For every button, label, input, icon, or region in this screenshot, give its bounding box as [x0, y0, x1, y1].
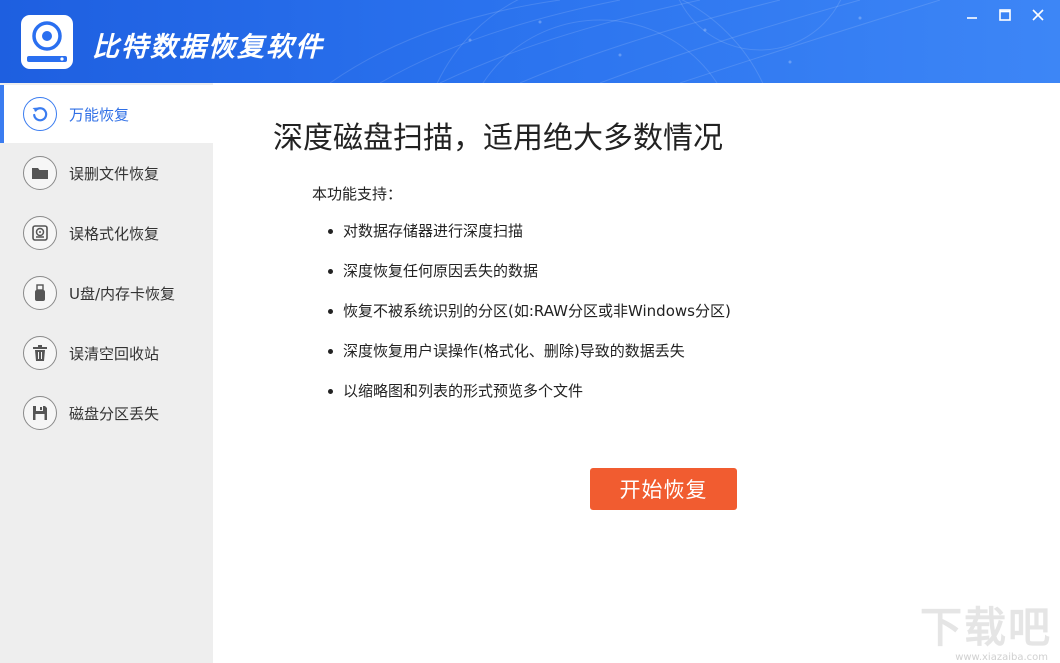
feature-list: 对数据存储器进行深度扫描 深度恢复任何原因丢失的数据 恢复不被系统识别的分区(如… — [325, 221, 731, 421]
title-bar[interactable]: 比特数据恢复软件 — [0, 0, 1060, 83]
app-window: 比特数据恢复软件 万能恢复 误删文件恢复 误格式化恢复 U盘/内存卡恢复 误清空… — [0, 0, 1060, 663]
sidebar-item-deleted-file-recovery[interactable]: 误删文件恢复 — [0, 143, 213, 203]
trash-icon — [23, 336, 57, 370]
sidebar-item-usb-card-recovery[interactable]: U盘/内存卡恢复 — [0, 263, 213, 323]
sidebar-item-recycle-bin-recovery[interactable]: 误清空回收站 — [0, 323, 213, 383]
watermark-url: www.xiazaiba.com — [955, 652, 1048, 663]
disk-icon — [23, 216, 57, 250]
sidebar-item-label: 误格式化恢复 — [69, 224, 160, 243]
sidebar-item-label: 误清空回收站 — [69, 344, 160, 363]
watermark-logo: 下载吧 — [919, 603, 1052, 652]
maximize-button[interactable] — [988, 4, 1021, 26]
floppy-icon — [23, 396, 57, 430]
sidebar-item-universal-recovery[interactable]: 万能恢复 — [0, 85, 213, 143]
sidebar-item-label: U盘/内存卡恢复 — [69, 284, 176, 303]
sidebar-item-label: 磁盘分区丢失 — [69, 404, 160, 423]
main-panel: 深度磁盘扫描，适用绝大多数情况 本功能支持： 对数据存储器进行深度扫描 深度恢复… — [213, 83, 1060, 663]
sidebar-item-format-recovery[interactable]: 误格式化恢复 — [0, 203, 213, 263]
list-item: 深度恢复用户误操作(格式化、删除)导致的数据丢失 — [325, 341, 731, 381]
maximize-icon — [998, 9, 1011, 21]
list-item: 对数据存储器进行深度扫描 — [325, 221, 731, 261]
close-button[interactable] — [1021, 4, 1054, 26]
sidebar-item-label: 万能恢复 — [69, 105, 130, 124]
page-title: 深度磁盘扫描，适用绝大多数情况 — [273, 121, 723, 156]
list-item: 恢复不被系统识别的分区(如:RAW分区或非Windows分区) — [325, 301, 731, 341]
close-icon — [1031, 9, 1044, 21]
sidebar-item-label: 误删文件恢复 — [69, 164, 160, 183]
sidebar: 万能恢复 误删文件恢复 误格式化恢复 U盘/内存卡恢复 误清空回收站 磁盘分区丢… — [0, 83, 213, 663]
sidebar-item-partition-loss[interactable]: 磁盘分区丢失 — [0, 383, 213, 443]
app-logo-icon — [21, 15, 73, 69]
minimize-icon — [966, 17, 977, 19]
list-item: 深度恢复任何原因丢失的数据 — [325, 261, 731, 301]
usb-icon — [23, 276, 57, 310]
folder-icon — [23, 156, 57, 190]
list-item: 以缩略图和列表的形式预览多个文件 — [325, 381, 731, 421]
start-recovery-button[interactable]: 开始恢复 — [590, 468, 737, 510]
minimize-button[interactable] — [955, 4, 988, 26]
app-title: 比特数据恢复软件 — [92, 32, 324, 63]
support-label: 本功能支持： — [312, 185, 403, 203]
refresh-icon — [23, 97, 57, 131]
window-controls — [955, 4, 1054, 26]
